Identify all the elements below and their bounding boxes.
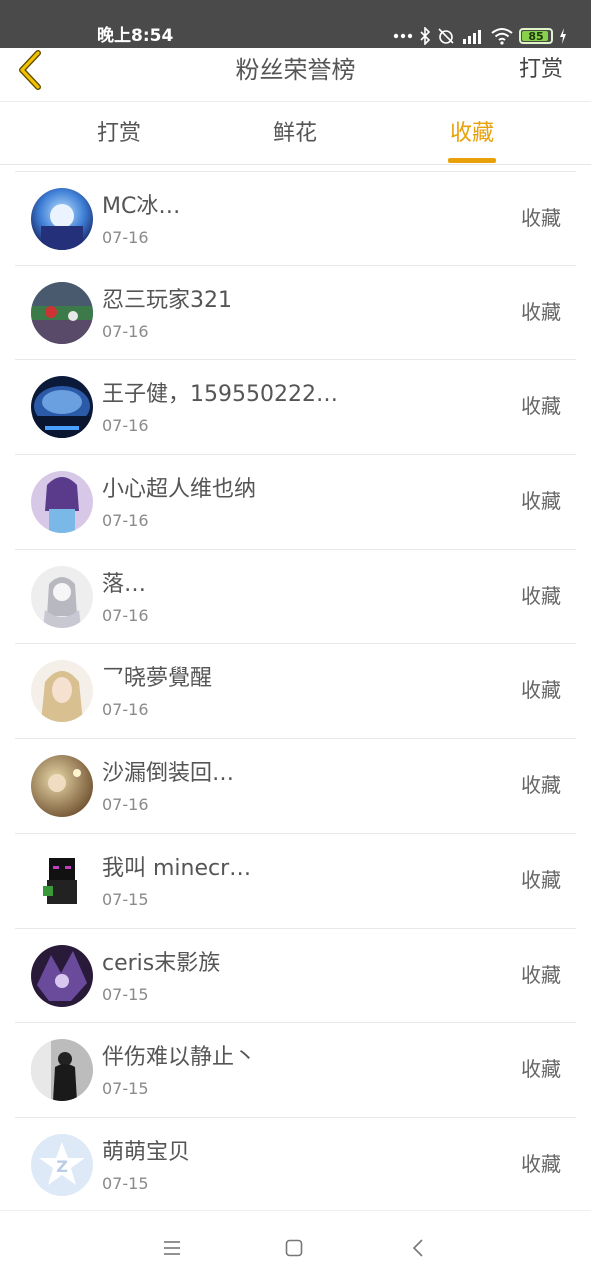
list-item[interactable]: 乛晓夢覺醒 07-16 收藏 — [15, 644, 576, 740]
fan-action: 收藏 — [521, 678, 561, 703]
fan-action: 收藏 — [521, 1057, 561, 1082]
system-nav-bar — [0, 1210, 591, 1280]
fan-name: 沙漏倒装回… — [102, 761, 235, 787]
nav-back-button[interactable] — [398, 1233, 438, 1263]
list-item[interactable]: 伴伤难以静止丶 07-15 收藏 — [15, 1023, 576, 1118]
svg-text:Z: Z — [56, 1157, 68, 1176]
fan-date: 07-15 — [102, 984, 149, 1004]
avatar — [31, 188, 93, 250]
list-item[interactable]: MC冰… 07-16 收藏 — [15, 171, 576, 266]
menu-icon — [164, 1241, 180, 1255]
fan-name: 萌萌宝贝 — [102, 1139, 191, 1165]
tab-active-indicator — [448, 158, 496, 163]
alarm-off-icon — [437, 27, 455, 45]
fan-date: 07-16 — [102, 795, 149, 815]
fan-date: 07-16 — [102, 228, 149, 247]
tab-flowers[interactable]: 鲜花 — [245, 119, 345, 149]
list-item[interactable]: Z 萌萌宝贝 07-15 收藏 — [15, 1118, 576, 1213]
list-item[interactable]: 忍三玩家321 07-16 收藏 — [15, 266, 576, 361]
fan-name: 落… — [102, 571, 147, 597]
fan-date: 07-16 — [102, 511, 149, 531]
fan-name: ceris末影族 — [102, 950, 221, 976]
status-bar: 晚上8:54 85 — [0, 0, 591, 48]
fan-date: 07-15 — [102, 889, 149, 909]
tab-reward[interactable]: 打赏 — [69, 119, 169, 149]
fan-date: 07-16 — [102, 605, 149, 625]
list-item[interactable]: 落… 07-16 收藏 — [15, 550, 576, 645]
fan-action: 收藏 — [521, 583, 561, 608]
tab-favorites[interactable]: 收藏 — [422, 119, 522, 149]
list-item[interactable]: 我叫 minecr… 07-15 收藏 — [15, 834, 576, 929]
list-item[interactable]: 小心超人维也纳 07-16 收藏 — [15, 455, 576, 550]
avatar — [31, 281, 93, 344]
avatar — [31, 471, 93, 534]
charging-icon — [559, 28, 567, 44]
fan-date: 07-16 — [102, 321, 149, 341]
more-dots-icon — [393, 33, 413, 39]
fan-name: 王子健，159550222… — [102, 382, 338, 408]
avatar — [31, 849, 93, 912]
bluetooth-icon — [419, 27, 431, 45]
fan-action: 收藏 — [521, 299, 561, 324]
avatar — [31, 944, 93, 1007]
avatar — [31, 660, 93, 723]
fan-action: 收藏 — [521, 489, 561, 514]
fan-action: 收藏 — [521, 1151, 561, 1176]
avatar — [31, 376, 93, 439]
fan-name: 伴伤难以静止丶 — [102, 1045, 257, 1071]
fan-name: MC冰… — [102, 194, 181, 219]
avatar: Z — [31, 1133, 93, 1196]
fan-date: 07-15 — [102, 1079, 149, 1099]
page-title: 粉丝荣誉榜 — [235, 56, 356, 84]
home-square-icon — [285, 1239, 303, 1257]
fan-name: 我叫 minecr… — [102, 855, 252, 881]
fan-name: 乛晓夢覺醒 — [102, 666, 213, 692]
fan-action: 收藏 — [521, 394, 561, 419]
list-item[interactable]: 沙漏倒装回… 07-16 收藏 — [15, 739, 576, 834]
avatar — [31, 1039, 93, 1102]
tab-bar: 打赏 鲜花 收藏 — [0, 103, 591, 165]
fan-date: 07-16 — [102, 700, 149, 720]
battery-icon: 85 — [519, 28, 553, 44]
status-time: 晚上8:54 — [97, 26, 174, 46]
fan-name: 忍三玩家321 — [102, 287, 232, 313]
fan-action: 收藏 — [521, 867, 561, 892]
menu-button[interactable] — [152, 1233, 192, 1263]
fan-action: 收藏 — [521, 962, 561, 987]
fan-date: 07-16 — [102, 416, 149, 436]
avatar — [31, 755, 93, 818]
status-icons: 85 — [393, 24, 567, 48]
home-button[interactable] — [274, 1233, 314, 1263]
list-item[interactable]: ceris末影族 07-15 收藏 — [15, 929, 576, 1024]
fan-name: 小心超人维也纳 — [102, 477, 257, 503]
title-bar: 粉丝荣誉榜 打赏 — [0, 48, 591, 102]
reward-button[interactable]: 打赏 — [519, 54, 563, 86]
back-chevron-icon — [412, 1239, 423, 1257]
fan-date: 07-15 — [102, 1173, 149, 1193]
fan-action: 收藏 — [521, 206, 561, 230]
battery-level: 85 — [528, 29, 544, 43]
fan-action: 收藏 — [521, 773, 561, 798]
avatar — [31, 565, 93, 628]
hd-signal-icon — [461, 27, 485, 45]
wifi-icon — [491, 27, 513, 45]
fan-list: MC冰… 07-16 收藏 忍三玩家321 07-16 收藏 王子健，15955… — [0, 171, 591, 1213]
list-item[interactable]: 王子健，159550222… 07-16 收藏 — [15, 360, 576, 456]
